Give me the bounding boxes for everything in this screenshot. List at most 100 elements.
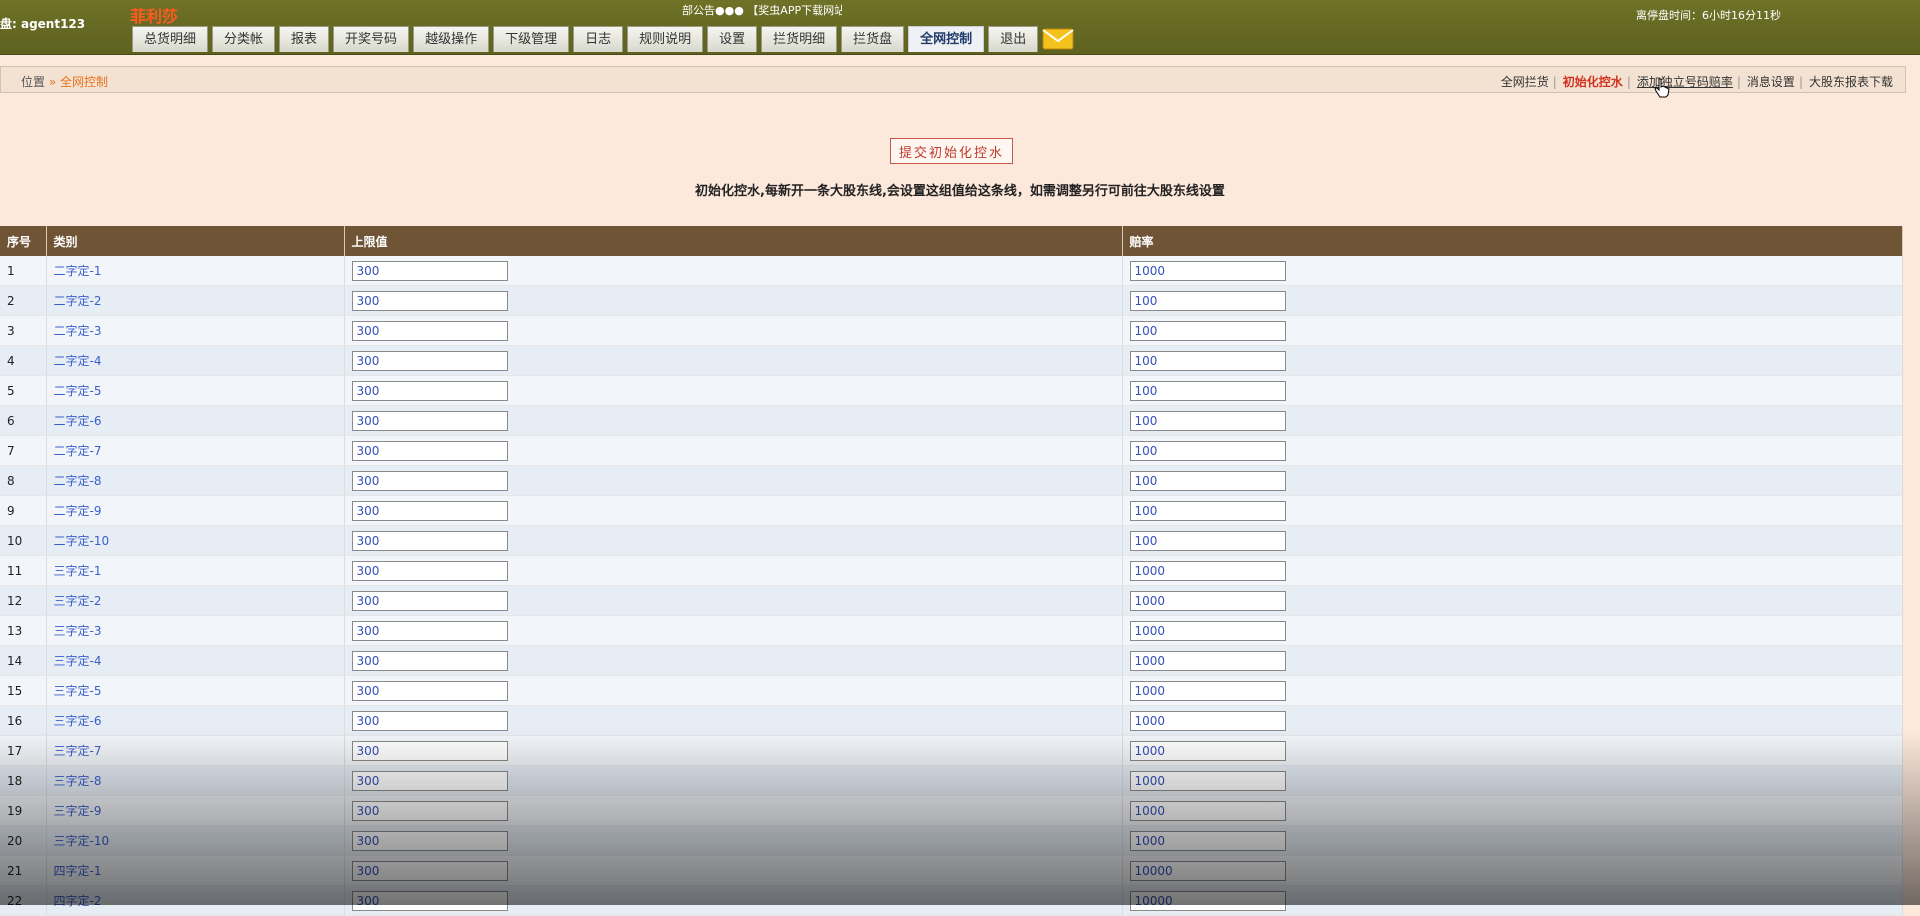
table-row: 11 三字定-1 xyxy=(0,555,1903,586)
category-link[interactable]: 三字定-4 xyxy=(46,645,345,676)
category-link[interactable]: 二字定-6 xyxy=(46,405,345,436)
limit-input[interactable] xyxy=(351,380,508,401)
subnav-link-5[interactable]: 大股东报表下载 xyxy=(1809,75,1893,89)
odds-input[interactable] xyxy=(1129,530,1286,551)
nav-tab-2[interactable]: 分类帐 xyxy=(212,26,276,52)
odds-input[interactable] xyxy=(1129,500,1286,521)
category-link[interactable]: 二字定-2 xyxy=(46,285,345,316)
category-link[interactable]: 四字定-1 xyxy=(46,855,345,886)
notice-marquee[interactable]: 部公告●●● 【奖虫APP下载网站 xyxy=(682,2,842,18)
breadcrumb-prefix: 位置 xyxy=(21,75,46,89)
odds-cell xyxy=(1122,285,1903,316)
limit-input[interactable] xyxy=(351,290,508,311)
category-link[interactable]: 三字定-2 xyxy=(46,585,345,616)
category-link[interactable]: 四字定-2 xyxy=(46,885,345,916)
category-link[interactable]: 二字定-8 xyxy=(46,465,345,496)
limit-input[interactable] xyxy=(351,260,508,281)
limit-input[interactable] xyxy=(351,650,508,671)
odds-input[interactable] xyxy=(1129,800,1286,821)
limit-input[interactable] xyxy=(351,590,508,611)
category-link[interactable]: 三字定-10 xyxy=(46,825,345,856)
category-link[interactable]: 三字定-5 xyxy=(46,675,345,706)
odds-input[interactable] xyxy=(1129,830,1286,851)
breadcrumb-separator: » xyxy=(48,75,57,89)
odds-input[interactable] xyxy=(1129,290,1286,311)
limit-input[interactable] xyxy=(351,620,508,641)
nav-tab-11[interactable]: 拦货盘 xyxy=(841,26,905,52)
limit-input[interactable] xyxy=(351,410,508,431)
odds-input[interactable] xyxy=(1129,410,1286,431)
limit-input[interactable] xyxy=(351,530,508,551)
category-link[interactable]: 二字定-5 xyxy=(46,375,345,406)
limit-cell xyxy=(344,495,1123,526)
limit-input[interactable] xyxy=(351,770,508,791)
limit-input[interactable] xyxy=(351,350,508,371)
odds-input[interactable] xyxy=(1129,350,1286,371)
odds-input[interactable] xyxy=(1129,740,1286,761)
odds-input[interactable] xyxy=(1129,560,1286,581)
table-row: 9 二字定-9 xyxy=(0,495,1903,526)
row-number: 13 xyxy=(0,615,47,646)
odds-input[interactable] xyxy=(1129,860,1286,881)
nav-tab-7[interactable]: 日志 xyxy=(573,26,624,52)
row-number: 15 xyxy=(0,675,47,706)
odds-input[interactable] xyxy=(1129,320,1286,341)
category-link[interactable]: 二字定-3 xyxy=(46,315,345,346)
odds-input[interactable] xyxy=(1129,680,1286,701)
category-link[interactable]: 三字定-3 xyxy=(46,615,345,646)
odds-input[interactable] xyxy=(1129,380,1286,401)
limit-input[interactable] xyxy=(351,680,508,701)
category-link[interactable]: 三字定-6 xyxy=(46,705,345,736)
category-link[interactable]: 二字定-10 xyxy=(46,525,345,556)
limit-input[interactable] xyxy=(351,740,508,761)
odds-input[interactable] xyxy=(1129,710,1286,731)
odds-input[interactable] xyxy=(1129,650,1286,671)
subnav-link-2[interactable]: 初始化控水 xyxy=(1563,75,1623,89)
category-link[interactable]: 二字定-7 xyxy=(46,435,345,466)
nav-tab-9[interactable]: 设置 xyxy=(707,26,758,52)
category-link[interactable]: 三字定-8 xyxy=(46,765,345,796)
header-no: 序号 xyxy=(0,226,47,256)
limit-input[interactable] xyxy=(351,500,508,521)
nav-tab-8[interactable]: 规则说明 xyxy=(627,26,704,52)
category-link[interactable]: 三字定-1 xyxy=(46,555,345,586)
nav-tab-3[interactable]: 报表 xyxy=(279,26,330,52)
odds-input[interactable] xyxy=(1129,260,1286,281)
limit-input[interactable] xyxy=(351,470,508,491)
limit-input[interactable] xyxy=(351,860,508,881)
limit-input[interactable] xyxy=(351,830,508,851)
nav-tab-12[interactable]: 全网控制 xyxy=(908,26,985,52)
subnav-link-1[interactable]: 全网拦货 xyxy=(1501,75,1549,89)
odds-input[interactable] xyxy=(1129,470,1286,491)
odds-cell xyxy=(1122,615,1903,646)
nav-tab-5[interactable]: 越级操作 xyxy=(413,26,490,52)
limit-input[interactable] xyxy=(351,440,508,461)
limit-input[interactable] xyxy=(351,890,508,911)
limit-input[interactable] xyxy=(351,560,508,581)
odds-input[interactable] xyxy=(1129,440,1286,461)
nav-tab-10[interactable]: 拦货明细 xyxy=(761,26,838,52)
odds-cell xyxy=(1122,675,1903,706)
nav-tab-13[interactable]: 退出 xyxy=(988,26,1039,52)
category-link[interactable]: 三字定-9 xyxy=(46,795,345,826)
category-link[interactable]: 二字定-1 xyxy=(46,256,345,286)
category-link[interactable]: 二字定-4 xyxy=(46,345,345,376)
category-link[interactable]: 三字定-7 xyxy=(46,735,345,766)
odds-input[interactable] xyxy=(1129,620,1286,641)
nav-tab-6[interactable]: 下级管理 xyxy=(493,26,570,52)
nav-tab-1[interactable]: 总货明细 xyxy=(132,26,209,52)
odds-input[interactable] xyxy=(1129,590,1286,611)
subnav-link-3[interactable]: 添加独立号码赔率 xyxy=(1637,75,1733,89)
submit-init-control-button[interactable]: 提交初始化控水 xyxy=(890,138,1013,164)
odds-input[interactable] xyxy=(1129,890,1286,911)
mail-icon[interactable] xyxy=(1042,28,1074,50)
table-row: 4 二字定-4 xyxy=(0,345,1903,376)
limit-input[interactable] xyxy=(351,320,508,341)
subnav-link-4[interactable]: 消息设置 xyxy=(1747,75,1795,89)
category-link[interactable]: 二字定-9 xyxy=(46,495,345,526)
subnav-separator: | xyxy=(1552,75,1557,89)
limit-input[interactable] xyxy=(351,710,508,731)
odds-input[interactable] xyxy=(1129,770,1286,791)
limit-input[interactable] xyxy=(351,800,508,821)
nav-tab-4[interactable]: 开奖号码 xyxy=(333,26,410,52)
